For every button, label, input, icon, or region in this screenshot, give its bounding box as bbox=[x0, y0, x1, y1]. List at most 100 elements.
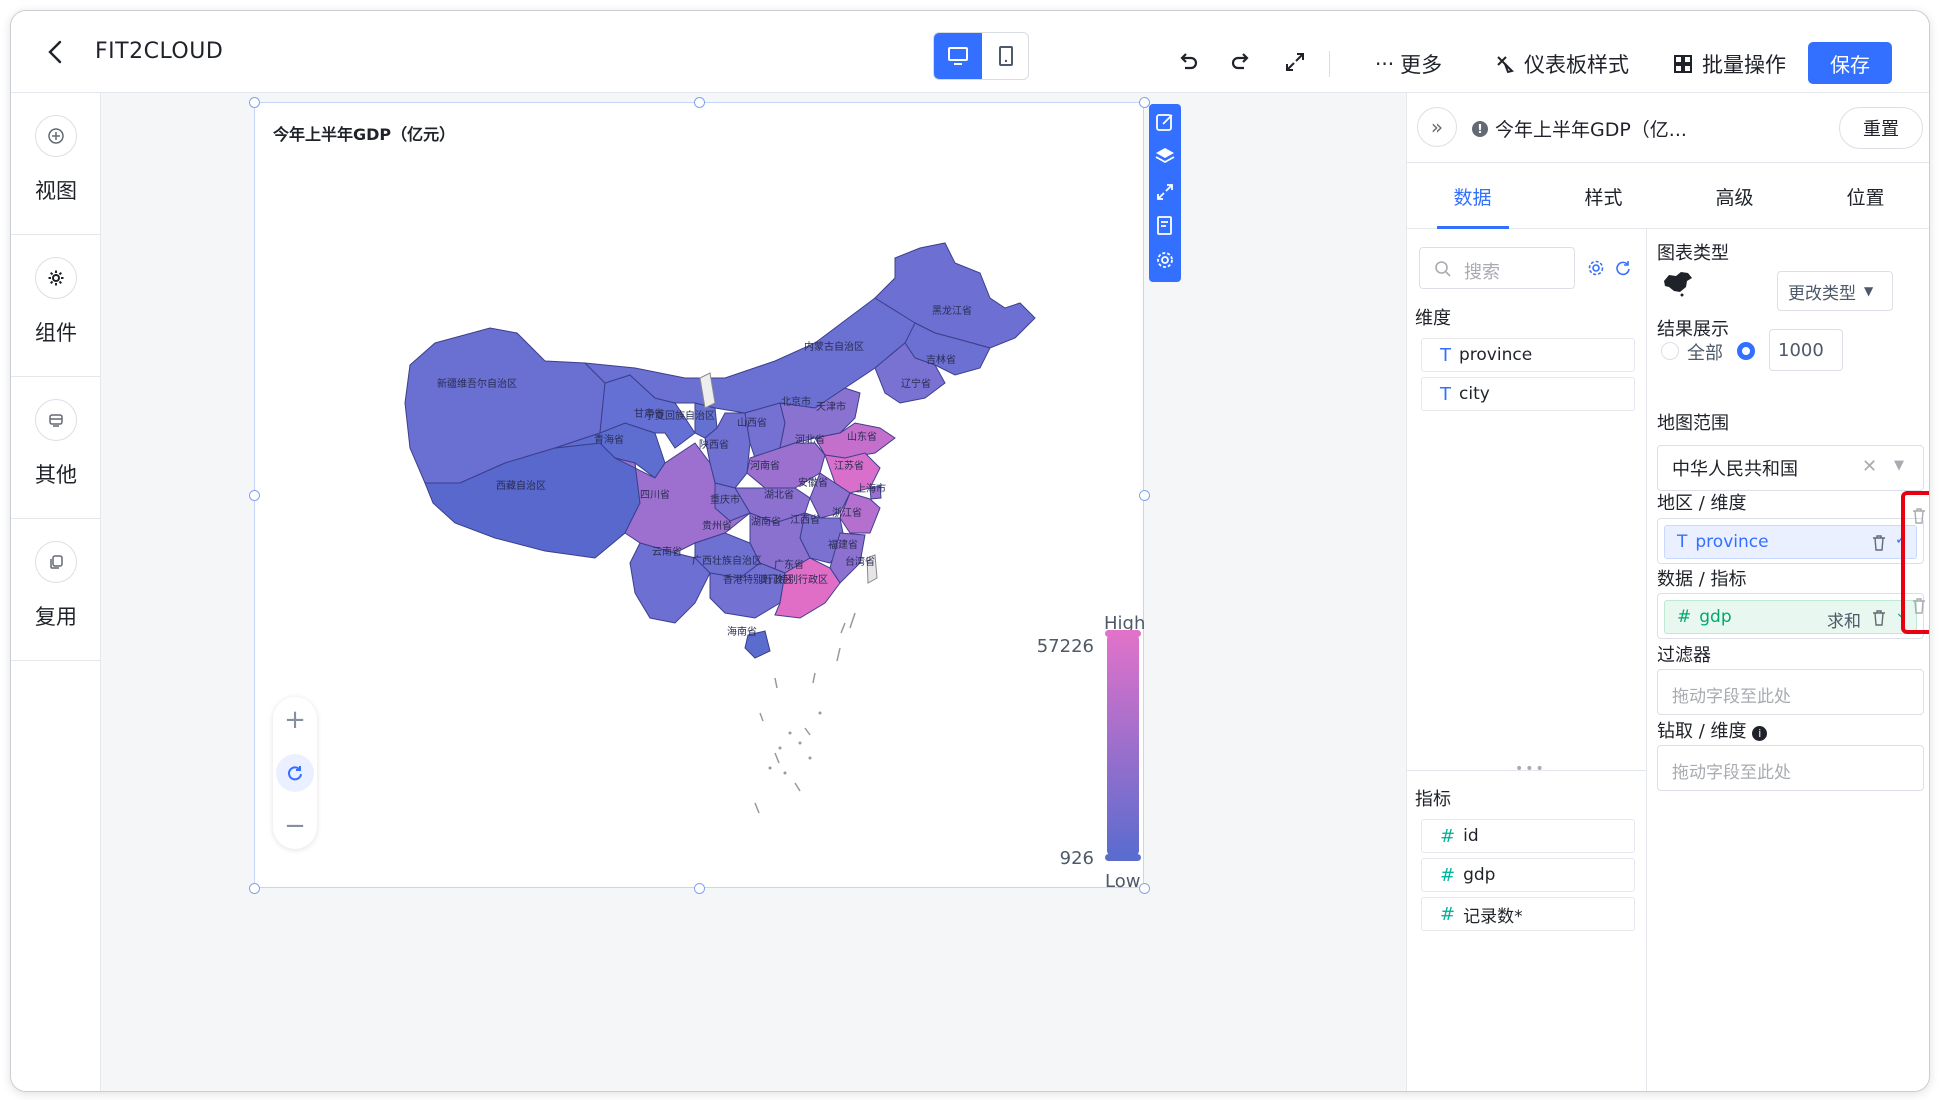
sidebar-item-label: 其他 bbox=[35, 463, 77, 487]
area-dimension-label: 地区 / 维度 bbox=[1657, 493, 1747, 514]
gear-icon bbox=[35, 257, 77, 299]
region-label: 吉林省 bbox=[926, 353, 956, 366]
field-search-input[interactable]: 搜索 bbox=[1419, 247, 1575, 289]
reset-button[interactable]: 重置 bbox=[1839, 107, 1923, 149]
highlight-box bbox=[1901, 491, 1929, 634]
sidebar-item-other[interactable]: 其他 bbox=[11, 377, 101, 519]
zoom-out-icon[interactable]: − bbox=[276, 807, 314, 845]
tab-data[interactable]: 数据 bbox=[1407, 183, 1538, 210]
resize-handle[interactable] bbox=[694, 97, 705, 108]
resize-handle[interactable] bbox=[249, 490, 260, 501]
widget-toolbar bbox=[1149, 104, 1181, 282]
region-label: 新疆维吾尔自治区 bbox=[437, 377, 517, 390]
sidebar-item-component[interactable]: 组件 bbox=[11, 235, 101, 377]
info-icon: ! bbox=[1472, 120, 1488, 137]
sidebar-item-reuse[interactable]: 复用 bbox=[11, 519, 101, 661]
map-chart-icon bbox=[1664, 272, 1692, 297]
batch-operation-button[interactable]: 批量操作 bbox=[1672, 49, 1786, 79]
help-icon[interactable]: i bbox=[1752, 726, 1768, 741]
save-button[interactable]: 保存 bbox=[1808, 42, 1892, 84]
tab-advanced[interactable]: 高级 bbox=[1669, 183, 1800, 210]
fullscreen-icon[interactable] bbox=[1280, 47, 1310, 77]
back-arrow-icon[interactable] bbox=[41, 37, 71, 67]
region-label: 辽宁省 bbox=[901, 377, 931, 390]
radio-all[interactable] bbox=[1661, 342, 1679, 360]
mobile-view-button[interactable] bbox=[982, 33, 1030, 79]
region-label: 湖南省 bbox=[751, 515, 781, 528]
trash-icon[interactable] bbox=[1911, 597, 1927, 615]
app-window: FIT2CLOUD ··· 更多 仪表板样式 批量操作 保存 视图 组件 其他 … bbox=[10, 10, 1930, 1092]
area-dimension-chip[interactable]: T province ✓ bbox=[1664, 525, 1917, 559]
measure-field-id[interactable]: # id bbox=[1421, 819, 1635, 853]
desktop-icon bbox=[948, 47, 968, 65]
trash-icon[interactable] bbox=[1911, 507, 1927, 525]
legend-low-label: Low bbox=[1105, 871, 1141, 892]
legend-max-value: 57226 bbox=[1036, 636, 1094, 657]
region-label: 广西壮族自治区 bbox=[692, 554, 762, 567]
sidebar-item-view[interactable]: 视图 bbox=[11, 93, 101, 235]
properties-panel: » ! 今年上半年GDP（亿... 重置 数据 样式 高级 位置 搜索 维度 T… bbox=[1406, 93, 1929, 1091]
edit-icon[interactable] bbox=[1153, 110, 1177, 134]
resize-handle[interactable] bbox=[249, 97, 260, 108]
zoom-in-icon[interactable]: + bbox=[276, 701, 314, 739]
legend-handle-bottom[interactable] bbox=[1105, 854, 1141, 861]
copy-icon bbox=[35, 541, 77, 583]
plus-circle-icon bbox=[35, 115, 77, 157]
enlarge-icon[interactable] bbox=[1153, 180, 1177, 204]
data-measure-dropzone[interactable]: # gdp 求和 ⌄ bbox=[1657, 593, 1924, 639]
settings-icon[interactable] bbox=[1153, 248, 1177, 272]
region-label: 江苏省 bbox=[834, 459, 864, 472]
legend-gradient-bar bbox=[1107, 635, 1139, 855]
redo-icon[interactable] bbox=[1226, 47, 1256, 77]
chart-properties: 图表类型 更改类型 ▼ 结果展示 全部 1000 地图范围 中华人民共和国 ✕ … bbox=[1647, 229, 1929, 1091]
region-label: 重庆市 bbox=[710, 493, 740, 506]
region-label: 陕西省 bbox=[699, 438, 729, 451]
map-zoom-control: + − bbox=[273, 697, 317, 849]
ellipsis-icon: ··· bbox=[1375, 52, 1395, 76]
refresh-icon[interactable] bbox=[1612, 257, 1634, 279]
result-display-label: 结果展示 bbox=[1657, 319, 1729, 340]
details-icon[interactable] bbox=[1153, 214, 1177, 238]
sidebar-item-label: 视图 bbox=[35, 179, 77, 203]
collapse-icon[interactable]: » bbox=[1417, 107, 1457, 147]
region-label: 西藏自治区 bbox=[496, 479, 546, 492]
number-type-icon: # bbox=[1440, 825, 1456, 847]
resize-handle[interactable] bbox=[1139, 883, 1150, 894]
dimension-field-province[interactable]: Tprovince bbox=[1421, 338, 1635, 372]
dataset-fields: 搜索 维度 Tprovince Tcity ••• 指标 # id # gdp # 记… bbox=[1407, 229, 1647, 1091]
dimension-field-city[interactable]: Tcity bbox=[1421, 377, 1635, 411]
desktop-view-button[interactable] bbox=[934, 33, 982, 79]
field-settings-icon[interactable] bbox=[1585, 257, 1607, 279]
reset-view-icon[interactable] bbox=[276, 754, 314, 792]
layers-icon[interactable] bbox=[1153, 144, 1177, 168]
resize-handle[interactable] bbox=[249, 883, 260, 894]
measure-field-record-count[interactable]: # 记录数* bbox=[1421, 897, 1635, 931]
map-chart-widget[interactable]: 今年上半年GDP（亿元） 黑龙江省 内蒙古自治区 吉林省 辽宁省 新疆维吾尔自治… bbox=[249, 97, 1150, 894]
trash-icon[interactable] bbox=[1871, 534, 1887, 552]
undo-icon[interactable] bbox=[1173, 47, 1203, 77]
panel-header: » ! 今年上半年GDP（亿... 重置 bbox=[1407, 93, 1929, 163]
resize-handle[interactable] bbox=[1139, 490, 1150, 501]
filter-dropzone[interactable]: 拖动字段至此处 bbox=[1657, 669, 1924, 715]
tab-style[interactable]: 样式 bbox=[1538, 183, 1669, 210]
more-button[interactable]: ··· 更多 bbox=[1375, 49, 1442, 79]
region-label: 湖北省 bbox=[764, 488, 794, 501]
data-measure-chip[interactable]: # gdp 求和 ⌄ bbox=[1664, 600, 1917, 634]
other-icon bbox=[35, 399, 77, 441]
area-dimension-dropzone[interactable]: T province ✓ bbox=[1657, 518, 1924, 564]
tab-position[interactable]: 位置 bbox=[1800, 183, 1929, 210]
mobile-icon bbox=[999, 46, 1013, 66]
result-limit-input[interactable]: 1000 bbox=[1769, 329, 1843, 371]
map-range-select[interactable]: 中华人民共和国 ✕ ▼ bbox=[1657, 445, 1924, 491]
measure-field-gdp[interactable]: # gdp bbox=[1421, 858, 1635, 892]
resize-handle[interactable] bbox=[694, 883, 705, 894]
china-map[interactable]: 黑龙江省内蒙古自治区吉林省辽宁省新疆维吾尔自治区甘肃省青海省宁夏回族自治区山西省… bbox=[255, 103, 1145, 889]
clear-icon[interactable]: ✕ bbox=[1862, 456, 1877, 477]
trash-icon[interactable] bbox=[1871, 609, 1887, 627]
region-label: 广东省 bbox=[774, 558, 804, 571]
dashboard-style-button[interactable]: 仪表板样式 bbox=[1494, 49, 1629, 79]
drill-dropzone[interactable]: 拖动字段至此处 bbox=[1657, 745, 1924, 791]
change-type-select[interactable]: 更改类型 ▼ bbox=[1777, 271, 1893, 311]
radio-limit[interactable] bbox=[1737, 342, 1755, 360]
drag-dots-icon[interactable]: ••• bbox=[1515, 761, 1546, 777]
